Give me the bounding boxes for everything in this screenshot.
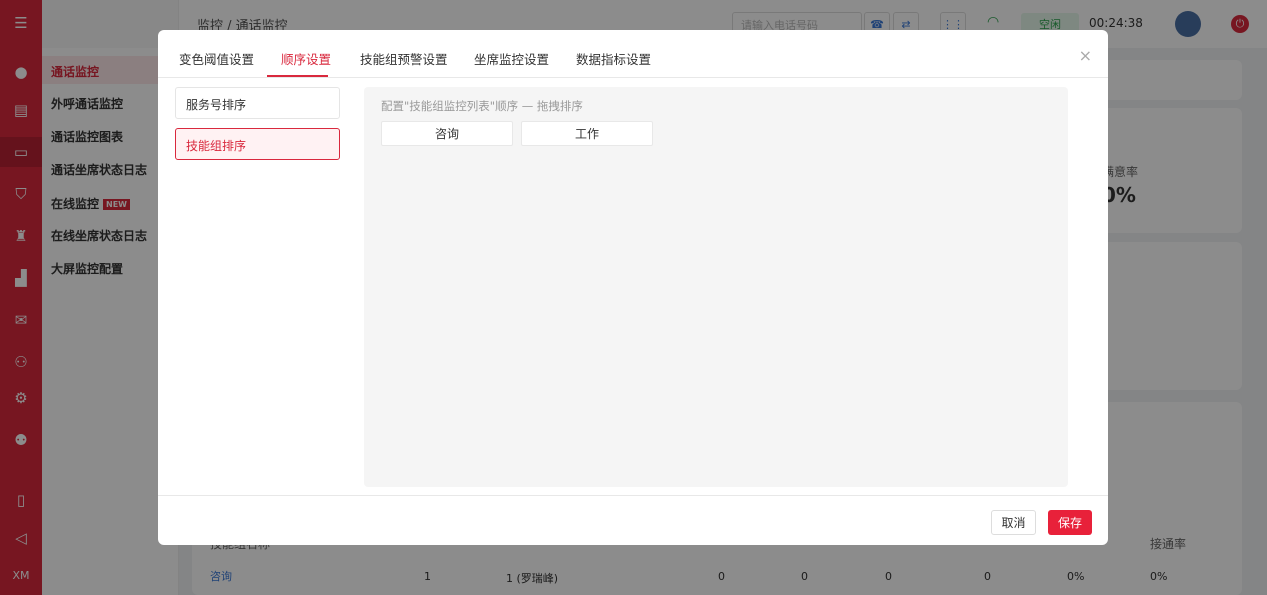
side-item-skill-group-order[interactable]: 技能组排序 xyxy=(175,128,340,160)
draggable-chip-work[interactable]: 工作 xyxy=(521,121,653,146)
modal-footer: 取消 保存 xyxy=(158,495,1108,545)
sort-hint: 配置"技能组监控列表"顺序 — 拖拽排序 xyxy=(381,99,583,113)
sort-panel: 配置"技能组监控列表"顺序 — 拖拽排序 咨询 工作 xyxy=(364,87,1068,487)
settings-modal: 变色阈值设置 顺序设置 技能组预警设置 坐席监控设置 数据指标设置 × 服务号排… xyxy=(158,30,1108,545)
active-tab-indicator xyxy=(267,75,328,77)
tab-order-settings[interactable]: 顺序设置 xyxy=(281,49,331,68)
tab-data-metrics[interactable]: 数据指标设置 xyxy=(576,49,651,68)
tab-color-threshold[interactable]: 变色阈值设置 xyxy=(179,49,254,68)
close-icon[interactable]: × xyxy=(1079,48,1092,64)
modal-tabs: 变色阈值设置 顺序设置 技能组预警设置 坐席监控设置 数据指标设置 × xyxy=(158,30,1108,78)
side-item-service-number-order[interactable]: 服务号排序 xyxy=(175,87,340,119)
tab-agent-monitor[interactable]: 坐席监控设置 xyxy=(474,49,549,68)
tab-skill-group-alert[interactable]: 技能组预警设置 xyxy=(360,49,448,68)
save-button[interactable]: 保存 xyxy=(1048,510,1092,535)
draggable-chip-consult[interactable]: 咨询 xyxy=(381,121,513,146)
cancel-button[interactable]: 取消 xyxy=(991,510,1036,535)
